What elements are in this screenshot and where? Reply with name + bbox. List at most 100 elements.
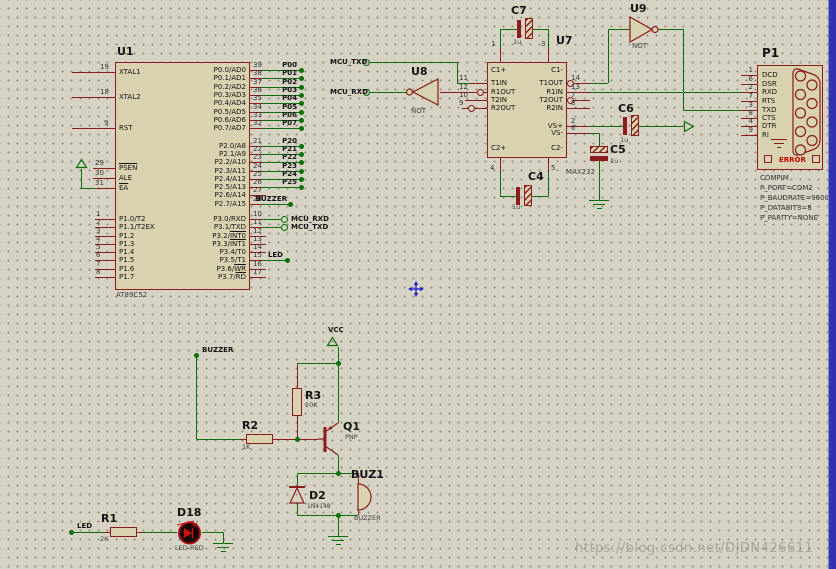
capacitor-plate-polarized[interactable] [525, 18, 533, 39]
r1-ref[interactable]: R1 [101, 512, 117, 525]
net-label[interactable]: MCU_TXD [291, 223, 328, 231]
wire-segment[interactable] [590, 83, 608, 84]
terminal-dot[interactable] [299, 68, 304, 73]
wire-segment[interactable] [202, 532, 223, 533]
window-edge-strip[interactable] [828, 0, 836, 569]
r3-body[interactable] [292, 388, 302, 416]
p1-ref[interactable]: P1 [762, 46, 779, 60]
r1-body[interactable] [110, 527, 137, 537]
u7-pin-stub[interactable] [500, 158, 501, 172]
wire-segment[interactable] [81, 188, 97, 189]
u7-value[interactable]: MAX232 [566, 168, 595, 176]
not-gate-u8-icon[interactable] [402, 78, 440, 106]
u1-pin-stub[interactable] [250, 204, 262, 205]
wire-segment[interactable] [590, 126, 623, 127]
net-label[interactable]: LED [226, 251, 283, 259]
u1-value[interactable]: AT89C52 [116, 291, 147, 299]
c7-ref[interactable]: C7 [511, 4, 527, 17]
buzzer-icon[interactable] [355, 482, 373, 512]
wire-segment[interactable] [262, 227, 281, 228]
wire-segment[interactable] [599, 161, 600, 200]
resistor-lead[interactable] [297, 416, 298, 439]
d2-value[interactable]: 1N4148 [307, 503, 331, 510]
u7-ref[interactable]: U7 [556, 34, 573, 47]
c7-value[interactable]: 1u [513, 39, 521, 47]
ground-symbol[interactable] [589, 200, 609, 201]
wire-segment[interactable] [658, 29, 683, 30]
ground-symbol[interactable] [221, 551, 226, 552]
ea-power-terminal-icon[interactable] [75, 158, 88, 169]
u8-ref[interactable]: U8 [411, 65, 428, 78]
c4-ref[interactable]: C4 [528, 170, 544, 183]
u1-pin-stub[interactable] [95, 277, 115, 278]
wire-segment[interactable] [338, 347, 339, 423]
terminal-dot[interactable] [299, 85, 304, 90]
wire-segment[interactable] [143, 532, 177, 533]
diode-icon[interactable] [288, 484, 306, 505]
wire-segment[interactable] [196, 355, 197, 439]
ground-symbol[interactable] [593, 204, 605, 205]
led-icon[interactable] [177, 520, 202, 546]
wire-segment[interactable] [297, 473, 358, 474]
not-gate-u9-icon[interactable] [629, 16, 661, 43]
terminal-dot[interactable] [299, 144, 304, 149]
junction-dot[interactable] [336, 471, 341, 476]
wire-segment[interactable] [262, 128, 299, 129]
r3-value[interactable]: 20K [305, 402, 318, 410]
u9-value[interactable]: NOT [632, 42, 647, 50]
u1-ref[interactable]: U1 [117, 45, 134, 58]
terminal-dot[interactable] [299, 177, 304, 182]
u7-pin-stub[interactable] [573, 100, 590, 101]
q1-ref[interactable]: Q1 [343, 420, 360, 433]
p1-pin-stub[interactable] [741, 135, 757, 136]
terminal-dot[interactable] [299, 152, 304, 157]
wire-segment[interactable] [223, 532, 224, 543]
wire-segment[interactable] [639, 126, 683, 127]
wire-segment[interactable] [608, 29, 609, 83]
d18-ref[interactable]: D18 [177, 506, 201, 519]
ground-symbol[interactable] [213, 543, 233, 544]
terminal-dot[interactable] [299, 169, 304, 174]
terminal-dot[interactable] [299, 160, 304, 165]
u1-pin-stub[interactable] [250, 128, 262, 129]
wire-segment[interactable] [683, 110, 741, 111]
ground-symbol[interactable] [217, 547, 229, 548]
terminal-dot[interactable] [299, 126, 304, 131]
junction-dot[interactable] [336, 513, 341, 518]
net-label[interactable]: P04 [240, 94, 297, 102]
c4-value[interactable]: 1u [512, 204, 520, 212]
terminal-dot[interactable] [299, 101, 304, 106]
wire-segment[interactable] [532, 196, 548, 197]
net-label[interactable]: MCU_TXD [330, 58, 367, 66]
u7-pin-stub[interactable] [465, 100, 487, 101]
d18-value[interactable]: LED-RED [175, 545, 204, 553]
db9-connector-icon[interactable] [791, 67, 824, 157]
wire-segment[interactable] [590, 133, 599, 134]
capacitor-plate[interactable] [517, 20, 521, 38]
wire-segment[interactable] [608, 29, 631, 30]
capacitor-plate-polarized[interactable] [524, 185, 532, 206]
net-label[interactable]: P22 [240, 153, 297, 161]
terminal-dot[interactable] [299, 110, 304, 115]
net-label[interactable]: P25 [240, 178, 297, 186]
wire-segment[interactable] [683, 29, 684, 110]
net-label[interactable]: MCU_RXD [330, 88, 368, 96]
wire-segment[interactable] [500, 196, 516, 197]
u1-pin-stub[interactable] [72, 97, 115, 98]
wire-segment[interactable] [262, 219, 281, 220]
terminal-dot[interactable] [299, 93, 304, 98]
wire-segment[interactable] [71, 532, 104, 533]
ground-symbol[interactable] [328, 536, 348, 537]
c5-ref[interactable]: C5 [610, 143, 626, 156]
u9-ref[interactable]: U9 [630, 2, 647, 15]
ground-symbol[interactable] [597, 208, 602, 209]
ground-symbol[interactable] [332, 540, 344, 541]
wire-segment[interactable] [297, 363, 338, 364]
u1-pin-stub[interactable] [250, 277, 266, 278]
u7-pin-stub[interactable] [474, 108, 487, 109]
inversion-bubble[interactable] [477, 89, 484, 96]
junction-dot[interactable] [336, 361, 341, 366]
terminal-dot[interactable] [299, 185, 304, 190]
u7-pin-stub[interactable] [567, 108, 590, 109]
wire-segment[interactable] [500, 172, 501, 196]
